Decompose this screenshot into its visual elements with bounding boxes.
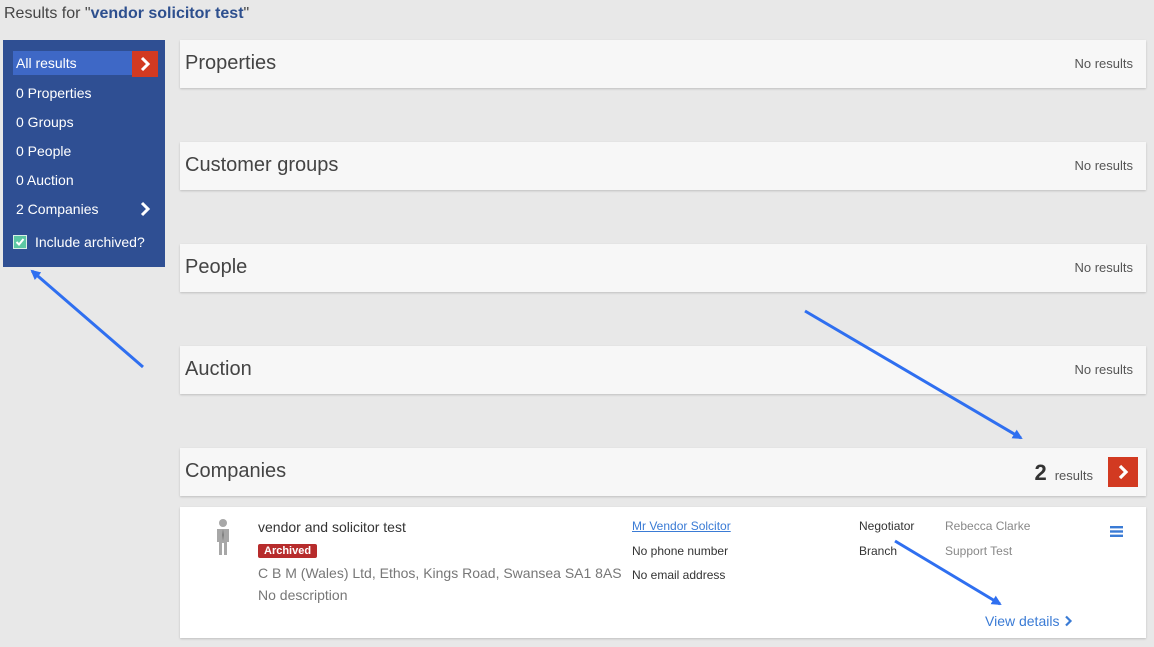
company-description: No description [258,587,348,603]
section-title: Companies [185,460,287,482]
section-customer-groups: Customer groups No results [180,142,1146,190]
include-archived-label: Include archived? [35,234,145,250]
section-status: No results [1074,362,1133,377]
result-count-label: results [1054,468,1093,483]
chevron-right-icon[interactable] [132,51,158,77]
company-result-card: vendor and solicitor test Archived C B M… [180,507,1146,638]
sidebar-item-people[interactable]: 0 People [13,139,158,163]
results-filter-sidebar: All results 0 Properties 0 Groups 0 Peop… [3,40,165,267]
sidebar-item-label: 0 Properties [16,85,92,101]
section-title: Properties [185,52,277,74]
include-archived-checkbox[interactable] [13,235,27,249]
section-status: No results [1074,158,1133,173]
sidebar-item-groups[interactable]: 0 Groups [13,110,158,134]
sidebar-item-properties[interactable]: 0 Properties [13,81,158,105]
section-properties: Properties No results [180,40,1146,88]
annotation-arrow-sidebar [30,269,144,369]
hamburger-menu-icon[interactable] [1110,524,1123,542]
companies-expand-button[interactable] [1108,457,1138,487]
results-heading: Results for "vendor solicitor test" [4,5,249,23]
chevron-right-icon [1065,615,1073,627]
sidebar-item-label: All results [16,55,77,71]
results-suffix: " [243,5,250,22]
contact-email: No email address [632,568,726,582]
section-status: No results [1074,260,1133,275]
negotiator-label: Negotiator [859,519,915,533]
section-status: No results [1074,56,1133,71]
contact-name-link[interactable]: Mr Vendor Solcitor [632,519,731,533]
branch-label: Branch [859,544,898,558]
view-details-label: View details [985,613,1060,629]
checkmark-icon [15,238,25,246]
sidebar-item-label: 0 People [16,143,72,159]
section-title: People [185,256,248,278]
branch-value: Support Test [945,544,1013,558]
negotiator-value: Rebecca Clarke [945,519,1031,533]
company-name: vendor and solicitor test [258,519,406,535]
section-title: Auction [185,358,252,380]
results-prefix: Results for " [4,5,91,22]
sidebar-item-companies[interactable]: 2 Companies [13,197,158,221]
sidebar-item-auction[interactable]: 0 Auction [13,168,158,192]
chevron-right-icon[interactable] [136,197,154,221]
section-auction: Auction No results [180,346,1146,394]
view-details-link[interactable]: View details [985,613,1073,629]
section-companies: Companies 2 results [180,448,1146,496]
result-count-number: 2 [1034,460,1047,485]
section-people: People No results [180,244,1146,292]
contact-phone: No phone number [632,544,729,558]
person-icon [213,518,233,561]
search-query: vendor solicitor test [90,5,244,22]
sidebar-item-label: 2 Companies [16,201,99,217]
sidebar-item-all-results[interactable]: All results [13,51,158,77]
result-count: 2 results [1034,460,1093,486]
include-archived-toggle[interactable]: Include archived? [13,232,145,252]
section-title: Customer groups [185,154,339,176]
sidebar-item-label: 0 Groups [16,114,74,130]
archived-badge: Archived [258,544,318,558]
chevron-right-icon [1118,464,1129,480]
company-address: C B M (Wales) Ltd, Ethos, Kings Road, Sw… [258,565,622,581]
sidebar-item-label: 0 Auction [16,172,74,188]
